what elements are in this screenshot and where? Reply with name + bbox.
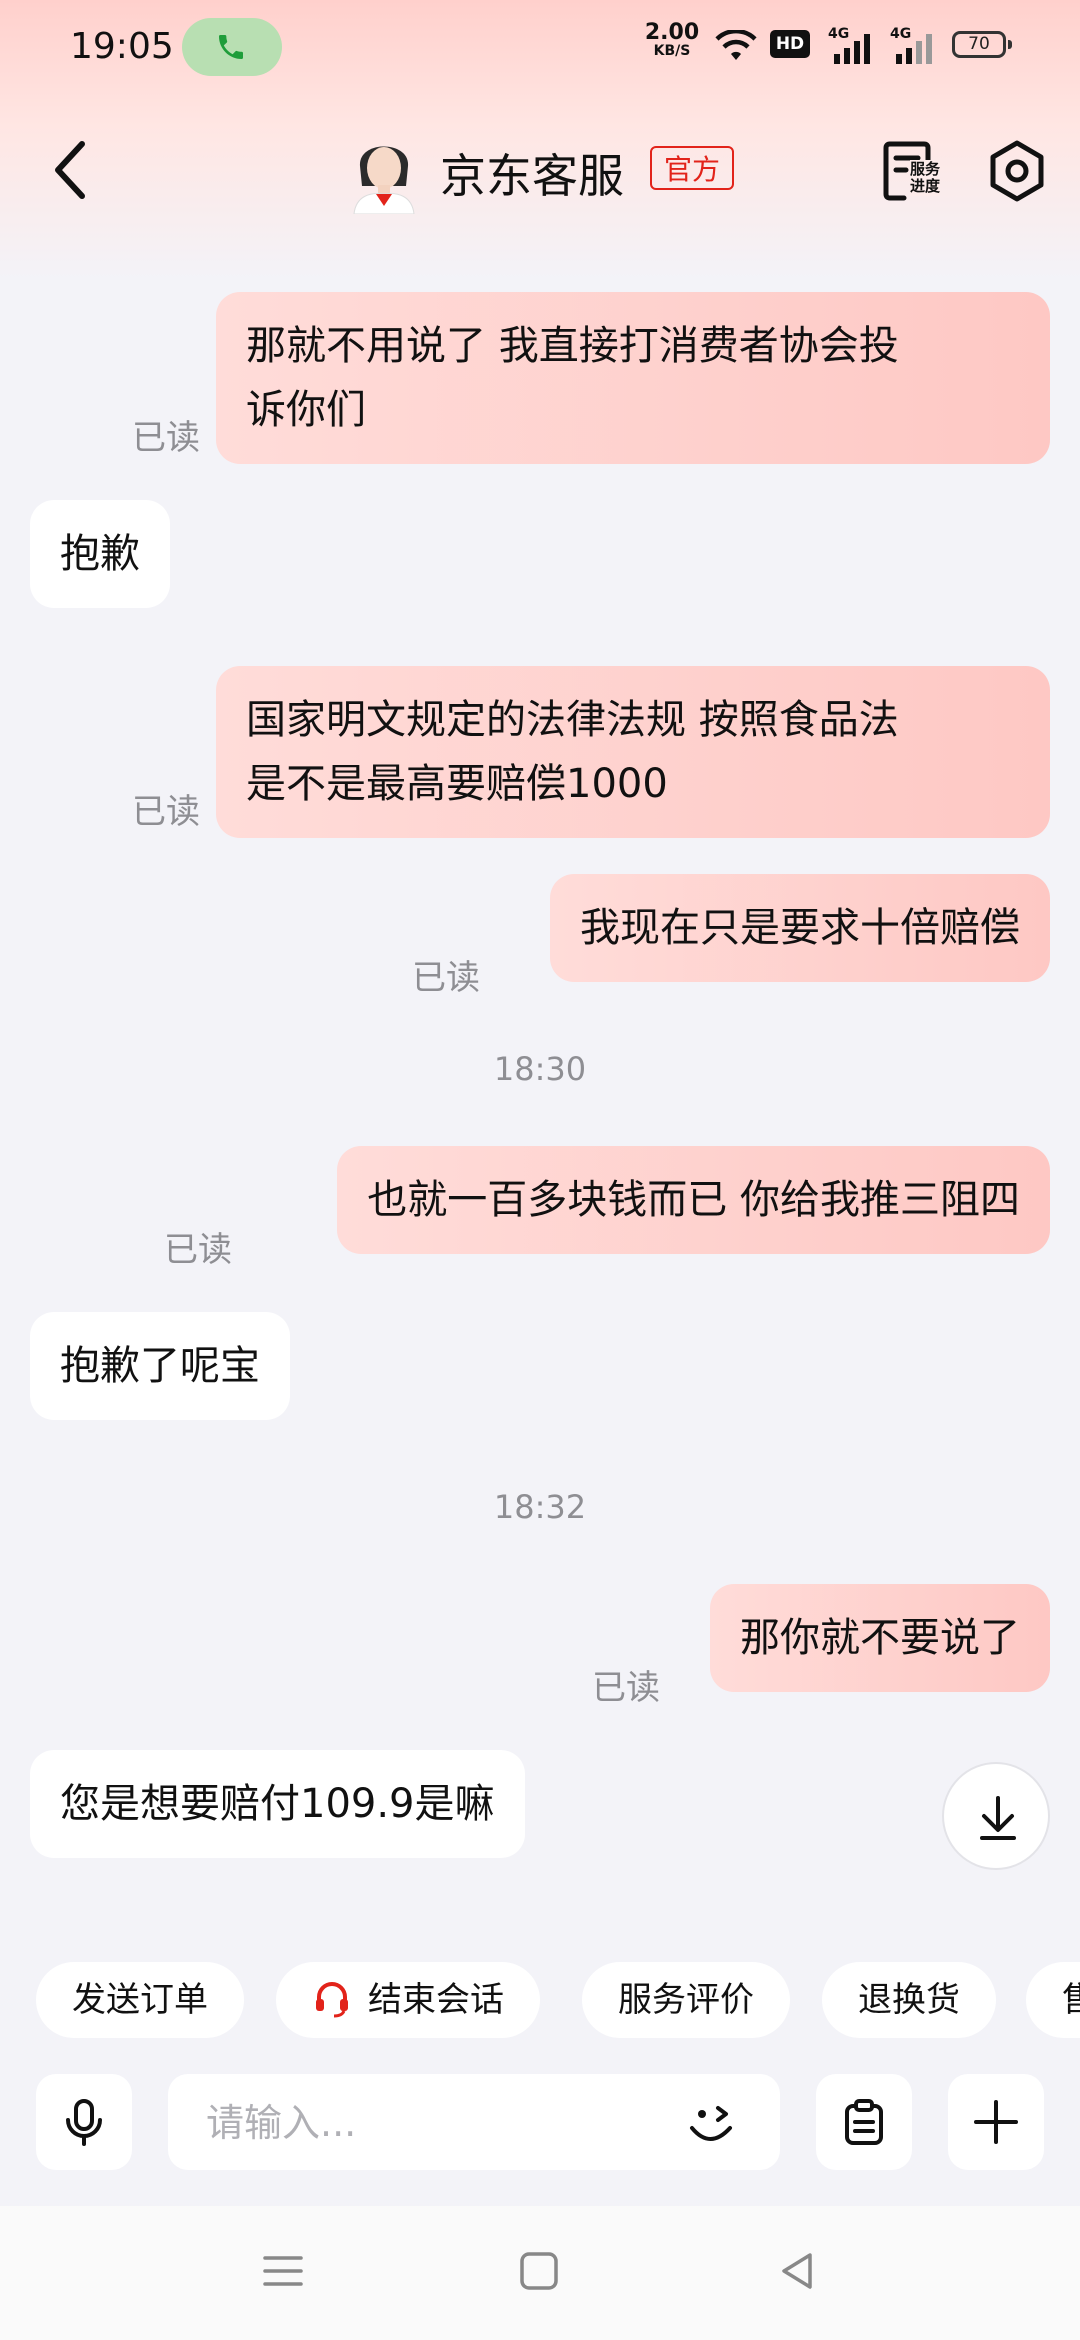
message-outgoing[interactable]: 那你就不要说了 <box>710 1584 1050 1692</box>
chat-title: 京东客服 <box>440 149 624 203</box>
chip-label: 结束会话 <box>368 1980 504 2020</box>
signal-icon-sim1: 4G <box>828 26 878 66</box>
message-text: 您是想要赔付109.9是嘛 <box>60 1781 495 1827</box>
service-progress-label: 服务 进度 <box>910 160 941 196</box>
network-speed: 2.00 KB/S <box>640 20 704 60</box>
voice-input-button[interactable] <box>36 2074 132 2170</box>
after-sales-chip[interactable]: 售 <box>1026 1962 1080 2038</box>
service-rating-chip[interactable]: 服务评价 <box>582 1962 790 2038</box>
return-exchange-chip[interactable]: 退换货 <box>822 1962 996 2038</box>
message-text: 抱歉了呢宝 <box>60 1343 260 1389</box>
clipboard-icon <box>845 2099 883 2145</box>
home-icon[interactable] <box>518 2250 560 2292</box>
read-receipt: 已读 <box>132 792 200 832</box>
read-receipt: 已读 <box>132 418 200 458</box>
message-outgoing[interactable]: 也就一百多块钱而已 你给我推三阻四 <box>337 1146 1050 1254</box>
network-speed-value: 2.00 <box>644 20 700 45</box>
message-input[interactable] <box>204 2092 668 2154</box>
arrow-down-icon <box>980 1796 1016 1840</box>
settings-hexagon-icon <box>990 140 1044 202</box>
message-incoming[interactable]: 抱歉了呢宝 <box>30 1312 290 1420</box>
read-receipt: 已读 <box>164 1230 232 1270</box>
message-text: 诉你们 <box>246 387 366 433</box>
chip-label: 售 <box>1062 1980 1080 2020</box>
plus-icon <box>974 2100 1018 2144</box>
hd-voice-icon: HD <box>770 30 810 58</box>
ongoing-call-indicator[interactable] <box>182 18 282 76</box>
chat-header: 京东客服 官方 服务 进度 <box>0 100 1080 240</box>
official-badge: 官方 <box>650 146 735 190</box>
message-text: 也就一百多块钱而已 你给我推三阻四 <box>367 1177 1020 1223</box>
agent-avatar[interactable] <box>346 130 422 215</box>
wifi-icon <box>715 30 757 60</box>
message-incoming[interactable]: 抱歉 <box>30 500 170 608</box>
message-text: 抱歉 <box>60 531 140 577</box>
end-session-chip[interactable]: 结束会话 <box>276 1962 540 2038</box>
chip-label: 服务评价 <box>618 1980 754 2020</box>
send-order-chip[interactable]: 发送订单 <box>36 1962 244 2038</box>
headset-icon <box>316 1981 348 2017</box>
read-receipt: 已读 <box>592 1668 660 1708</box>
system-navigation-bar <box>0 2206 1080 2340</box>
message-outgoing[interactable]: 那就不用说了 我直接打消费者协会投 诉你们 <box>216 292 1050 464</box>
more-options-button[interactable] <box>948 2074 1044 2170</box>
timestamp-divider: 18:30 <box>493 1050 587 1088</box>
emoji-wink-icon <box>690 2106 732 2141</box>
status-time: 19:05 <box>70 26 174 67</box>
phone-icon <box>219 35 243 59</box>
settings-button[interactable] <box>984 138 1050 204</box>
message-outgoing[interactable]: 国家明文规定的法律法规 按照食品法 是不是最高要赔偿1000 <box>216 666 1050 838</box>
emoji-button[interactable] <box>680 2092 744 2156</box>
progress-label-line2: 进度 <box>910 177 941 195</box>
menu-icon[interactable] <box>262 2250 304 2292</box>
message-text: 国家明文规定的法律法规 按照食品法 <box>246 697 899 743</box>
quick-action-bar: 发送订单 结束会话 服务评价 退换货 售 <box>0 1962 1080 2038</box>
message-outgoing[interactable]: 我现在只是要求十倍赔偿 <box>550 874 1050 982</box>
back-button[interactable] <box>40 130 100 210</box>
chip-label: 退换货 <box>858 1980 960 2020</box>
status-bar: 19:05 2.00 KB/S HD 4G 4G 70 <box>0 0 1080 96</box>
timestamp-divider: 18:32 <box>493 1488 587 1526</box>
signal-icon-sim2: 4G <box>890 26 940 66</box>
message-text: 那就不用说了 我直接打消费者协会投 <box>246 323 899 369</box>
message-text: 我现在只是要求十倍赔偿 <box>580 905 1020 951</box>
scroll-to-bottom-button[interactable] <box>942 1762 1050 1870</box>
message-input-container <box>168 2074 780 2170</box>
chip-label: 发送订单 <box>72 1980 208 2020</box>
message-text: 那你就不要说了 <box>740 1615 1020 1661</box>
progress-label-line1: 服务 <box>910 160 941 178</box>
microphone-icon <box>66 2099 102 2146</box>
message-text: 是不是最高要赔偿1000 <box>246 761 668 807</box>
clipboard-button[interactable] <box>816 2074 912 2170</box>
back-triangle-icon[interactable] <box>776 2250 818 2292</box>
chevron-left-icon <box>55 141 85 199</box>
battery-indicator: 70 <box>952 31 1012 58</box>
service-progress-button[interactable]: 服务 进度 <box>880 138 946 204</box>
read-receipt: 已读 <box>412 958 480 998</box>
message-incoming[interactable]: 您是想要赔付109.9是嘛 <box>30 1750 525 1858</box>
